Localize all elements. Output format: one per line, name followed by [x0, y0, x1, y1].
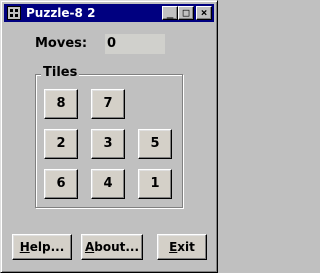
tiles-group-label: Tiles: [41, 65, 80, 80]
moves-count: 0: [105, 34, 165, 54]
help-button-label: elp...: [29, 240, 65, 254]
tile-r2c3[interactable]: 5: [138, 129, 172, 159]
tile-r2c1[interactable]: 2: [44, 129, 78, 159]
puzzle-window: Puzzle-8 2 _ □ × Moves: 0 Tiles 8 7 2 3 …: [0, 0, 218, 273]
close-button[interactable]: ×: [196, 6, 212, 20]
tile-r3c2[interactable]: 4: [91, 169, 125, 199]
tile-r2c2[interactable]: 3: [91, 129, 125, 159]
tile-r3c1[interactable]: 6: [44, 169, 78, 199]
minimize-button[interactable]: _: [162, 6, 178, 20]
exit-button[interactable]: Exit: [157, 234, 207, 260]
exit-button-label: xit: [177, 240, 195, 254]
moves-label: Moves:: [35, 36, 88, 51]
window-title: Puzzle-8 2: [26, 6, 96, 20]
about-button-mnemonic: A: [84, 240, 95, 254]
about-button[interactable]: About...: [81, 234, 143, 260]
tile-r1c2[interactable]: 7: [91, 89, 125, 119]
tile-r1c1[interactable]: 8: [44, 89, 78, 119]
app-grid-icon[interactable]: [7, 6, 21, 20]
title-bar[interactable]: Puzzle-8 2 _ □ ×: [4, 4, 214, 22]
help-button-mnemonic: H: [19, 240, 30, 254]
about-button-label: bout...: [94, 240, 140, 254]
tile-r3c3[interactable]: 1: [138, 169, 172, 199]
maximize-button[interactable]: □: [178, 6, 194, 20]
help-button[interactable]: Help...: [12, 234, 72, 260]
